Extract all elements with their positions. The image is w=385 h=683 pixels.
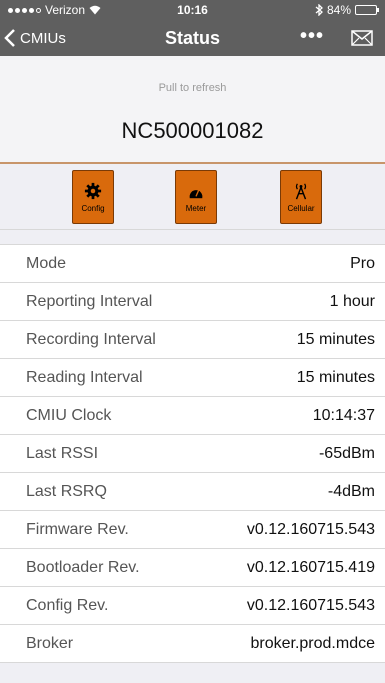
config-button-label: Config bbox=[81, 203, 105, 213]
device-id: NC500001082 bbox=[121, 118, 264, 143]
status-row: Last RSSI -65dBm bbox=[0, 435, 385, 473]
status-row-value: -4dBm bbox=[327, 482, 375, 500]
status-row-label: Bootloader Rev. bbox=[26, 558, 140, 576]
status-row-value: 10:14:37 bbox=[312, 406, 375, 424]
cell-tower-icon bbox=[295, 182, 307, 199]
status-row-label: Reading Interval bbox=[26, 368, 143, 386]
status-row-value: v0.12.160715.543 bbox=[246, 596, 375, 614]
status-row-value: 15 minutes bbox=[296, 368, 375, 386]
status-row-label: Recording Interval bbox=[26, 330, 156, 348]
status-row-value: -65dBm bbox=[318, 444, 375, 462]
status-row: Reporting Interval 1 hour bbox=[0, 283, 385, 321]
status-row: CMIU Clock 10:14:37 bbox=[0, 397, 385, 435]
meter-icon bbox=[189, 189, 203, 198]
meter-button-label: Meter bbox=[185, 203, 207, 213]
carrier-info: Verizon bbox=[8, 0, 101, 20]
config-button[interactable]: Config bbox=[72, 170, 114, 224]
status-bar: Verizon 10:16 84% bbox=[0, 0, 385, 20]
back-button[interactable]: CMIUs bbox=[4, 20, 66, 56]
tool-button-strip: Config Meter Cellular bbox=[0, 166, 385, 230]
status-row: Recording Interval 15 minutes bbox=[0, 321, 385, 359]
gear-icon bbox=[84, 182, 102, 199]
back-button-label: CMIUs bbox=[20, 29, 66, 47]
device-header: Pull to refresh NC500001082 bbox=[0, 56, 385, 164]
cellular-button-label: Cellular bbox=[287, 203, 315, 213]
carrier-name: Verizon bbox=[45, 3, 86, 17]
wifi-icon bbox=[89, 5, 101, 15]
chevron-left-icon bbox=[4, 29, 15, 47]
cellular-button[interactable]: Cellular bbox=[280, 170, 322, 224]
status-row: Firmware Rev. v0.12.160715.543 bbox=[0, 511, 385, 549]
meter-button[interactable]: Meter bbox=[175, 170, 217, 224]
status-row-value: v0.12.160715.543 bbox=[246, 520, 375, 538]
status-row-label: Mode bbox=[26, 254, 67, 272]
status-row-label: Config Rev. bbox=[26, 596, 109, 614]
phone-screen: Verizon 10:16 84% CMIUs Status ••• Pull … bbox=[0, 0, 385, 683]
status-row-value: Pro bbox=[350, 254, 375, 272]
battery-icon bbox=[355, 5, 379, 15]
navigation-bar: CMIUs Status ••• bbox=[0, 20, 385, 56]
mail-icon[interactable] bbox=[351, 29, 373, 47]
battery-percent: 84% bbox=[326, 3, 351, 17]
status-row-value: v0.12.160715.419 bbox=[246, 558, 375, 576]
status-detail-list: Mode Pro Reporting Interval 1 hour Recording… bbox=[0, 244, 385, 663]
signal-strength-icon bbox=[8, 7, 41, 13]
status-row-label: Last RSSI bbox=[26, 444, 99, 462]
status-row-label: Firmware Rev. bbox=[26, 520, 129, 538]
bluetooth-icon bbox=[315, 4, 323, 16]
status-row: Config Rev. v0.12.160715.543 bbox=[0, 587, 385, 625]
status-row: Last RSRQ -4dBm bbox=[0, 473, 385, 511]
battery-info: 84% bbox=[315, 0, 379, 20]
status-row-label: Reporting Interval bbox=[26, 292, 153, 310]
more-options-button[interactable]: ••• bbox=[300, 20, 324, 56]
status-row: Mode Pro bbox=[0, 245, 385, 283]
status-row-value: 1 hour bbox=[329, 292, 375, 310]
status-row: Broker broker.prod.mdce bbox=[0, 625, 385, 663]
status-row-label: Last RSRQ bbox=[26, 482, 107, 500]
pull-to-refresh-hint: Pull to refresh bbox=[158, 82, 227, 94]
status-row-label: Broker bbox=[26, 634, 74, 652]
status-row-value: broker.prod.mdce bbox=[250, 634, 375, 652]
status-row: Bootloader Rev. v0.12.160715.419 bbox=[0, 549, 385, 587]
status-row-value: 15 minutes bbox=[296, 330, 375, 348]
status-row: Reading Interval 15 minutes bbox=[0, 359, 385, 397]
status-row-label: CMIU Clock bbox=[26, 406, 112, 424]
